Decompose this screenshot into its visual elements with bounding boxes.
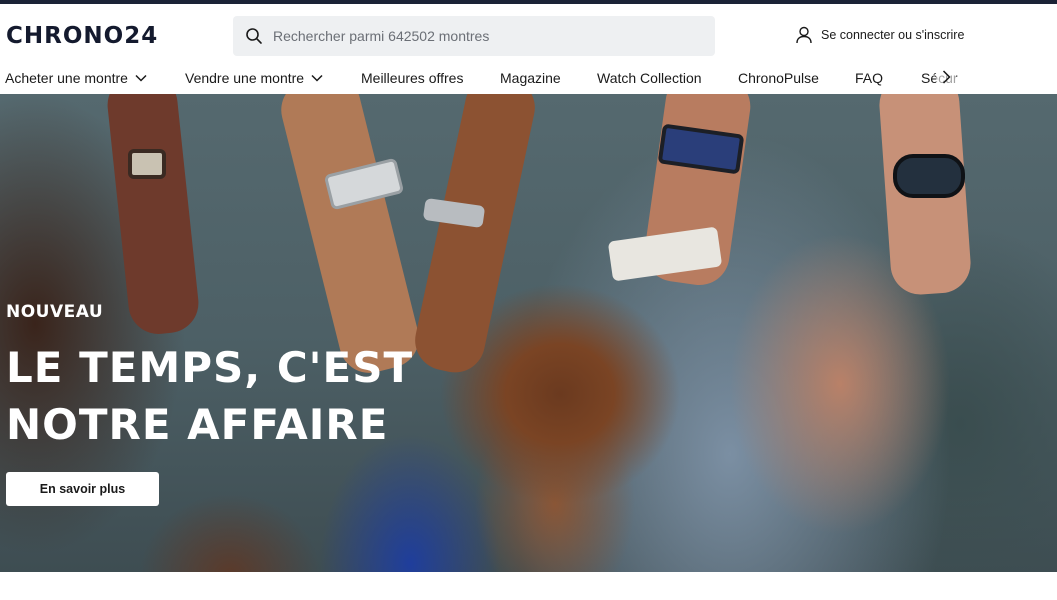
nav-item-magazine[interactable]: Magazine (500, 70, 561, 86)
chrono24-logo[interactable]: CHRONO24 (6, 22, 158, 50)
chevron-down-icon (135, 74, 147, 82)
nav-item-label: ChronoPulse (738, 70, 819, 86)
logo-text: CHRONO24 (6, 23, 159, 49)
hero-title: LE TEMPS, C'EST NOTRE AFFAIRE (6, 339, 506, 453)
site-header: CHRONO24 Se connecter ou s'inscrire (0, 4, 1057, 64)
login-link[interactable]: Se connecter ou s'inscrire (795, 26, 964, 44)
nav-scroll-right-button[interactable] (936, 69, 956, 89)
nav-item-label: Watch Collection (597, 70, 702, 86)
nav-item-vendre[interactable]: Vendre une montre (185, 70, 323, 86)
learn-more-button[interactable]: En savoir plus (6, 472, 159, 506)
search-icon (244, 26, 264, 46)
search-bar[interactable] (233, 16, 715, 56)
nav-item-watch-collection[interactable]: Watch Collection (597, 70, 702, 86)
nav-item-meilleures-offres[interactable]: Meilleures offres (361, 70, 463, 86)
login-label: Se connecter ou s'inscrire (821, 28, 965, 42)
nav-item-acheter[interactable]: Acheter une montre (5, 70, 147, 86)
main-nav: Acheter une montre Vendre une montre Mei… (0, 64, 1057, 94)
chevron-down-icon (311, 74, 323, 82)
user-icon (795, 26, 813, 44)
nav-item-label: Acheter une montre (5, 70, 128, 86)
nav-item-label: Vendre une montre (185, 70, 305, 86)
hero-title-line-1: LE TEMPS, C'EST (6, 343, 414, 392)
hero-banner: NOUVEAU LE TEMPS, C'EST NOTRE AFFAIRE En… (0, 94, 1057, 572)
nav-item-label: Meilleures offres (361, 70, 464, 86)
nav-item-chronopulse[interactable]: ChronoPulse (738, 70, 819, 86)
search-input[interactable] (273, 28, 673, 44)
hero-kicker: NOUVEAU (6, 302, 104, 322)
hero-title-line-2: NOTRE AFFAIRE (6, 400, 389, 449)
nav-item-label: FAQ (855, 70, 884, 86)
nav-item-faq[interactable]: FAQ (855, 70, 883, 86)
chevron-right-icon (942, 69, 951, 89)
nav-item-label: Magazine (500, 70, 561, 86)
